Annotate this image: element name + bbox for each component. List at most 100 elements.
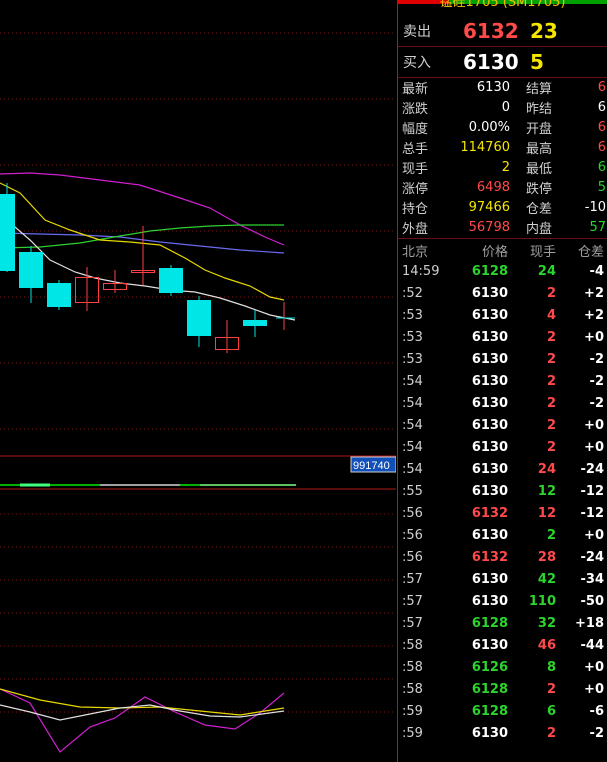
tick-oi-change: -24 — [580, 461, 605, 477]
tick-price: 6130 — [471, 461, 508, 477]
tick-time: :54 — [402, 439, 423, 455]
tick-list[interactable]: 14:59 6128 24 -4:52 6130 2 +2:53 6130 4 +2:53 6130… — [398, 260, 607, 744]
tick-row: :52 6130 2 +2 — [398, 282, 607, 304]
tick-time: :57 — [402, 571, 423, 587]
tick-header-volume: 现手 — [529, 244, 556, 260]
tick-oi-change: +0 — [584, 527, 604, 543]
volume-badge: 991740 — [353, 460, 390, 472]
tick-oi-change: -34 — [580, 571, 605, 587]
tick-price: 6130 — [471, 351, 508, 367]
ma-green-line — [0, 224, 284, 249]
quote-value: 5 — [597, 179, 606, 195]
tick-volume: 4 — [546, 307, 556, 323]
quote-value: 6 — [597, 139, 606, 155]
quote-label: 结算 — [526, 81, 553, 97]
tick-volume: 2 — [546, 351, 556, 367]
tick-time: :54 — [402, 395, 423, 411]
tick-time: :54 — [402, 373, 423, 389]
quote-label: 现手 — [402, 161, 429, 177]
tick-oi-change: -2 — [589, 725, 604, 741]
sell-row: 卖出 6132 23 — [398, 16, 607, 47]
quote-value: 57 — [589, 219, 606, 235]
tick-row: :59 6128 6 -6 — [398, 700, 607, 722]
buy-row: 买入 6130 5 — [398, 47, 607, 78]
tick-volume: 2 — [546, 329, 556, 345]
tick-header-price: 价格 — [481, 244, 508, 260]
tick-row: :54 6130 2 -2 — [398, 392, 607, 414]
tick-header-oi-change: 仓差 — [577, 244, 604, 260]
tick-row: :57 6128 32 +18 — [398, 612, 607, 634]
tick-row: :59 6130 2 -2 — [398, 722, 607, 744]
quote-label: 持仓 — [402, 201, 429, 217]
contract-title: 锰硅1705 (SM1705) — [398, 0, 607, 10]
tick-oi-change: -50 — [580, 593, 605, 609]
tick-time: :55 — [402, 483, 423, 499]
tick-oi-change: +18 — [575, 615, 604, 631]
tick-volume: 2 — [546, 439, 556, 455]
quote-grid: 最新 6130 结算 6 涨跌 0 昨结 6 幅度 0.00% 开盘 6 总手 114760 最高 6 现手 2 最… — [398, 77, 607, 237]
tick-volume: 2 — [546, 681, 556, 697]
tick-volume: 24 — [537, 461, 556, 477]
tick-volume: 2 — [546, 285, 556, 301]
quote-label: 总手 — [402, 141, 429, 157]
quote-row: 幅度 0.00% 开盘 6 — [398, 117, 607, 137]
quote-row: 外盘 56798 内盘 57 — [398, 217, 607, 237]
tick-row: :58 6130 46 -44 — [398, 634, 607, 656]
tick-price: 6130 — [471, 439, 508, 455]
osc-yellow-line — [0, 688, 285, 716]
tick-oi-change: +0 — [584, 329, 604, 345]
tick-oi-change: +0 — [584, 439, 604, 455]
tick-row: :57 6130 42 -34 — [398, 568, 607, 590]
tick-time: :59 — [402, 725, 423, 741]
contract-title-text: 锰硅1705 (SM1705) — [439, 0, 566, 10]
tick-time: :58 — [402, 659, 423, 675]
quote-value: 0 — [501, 99, 510, 115]
quote-panel: 锰硅1705 (SM1705) 卖出 6132 23 买入 6130 5 最新 6… — [397, 0, 607, 762]
tick-oi-change: +0 — [584, 417, 604, 433]
tick-time: :52 — [402, 285, 423, 301]
tick-time: :54 — [402, 461, 423, 477]
tick-volume: 24 — [537, 263, 556, 279]
quote-row: 最新 6130 结算 6 — [398, 77, 607, 97]
tick-price: 6130 — [471, 329, 508, 345]
tick-row: :55 6130 12 -12 — [398, 480, 607, 502]
sell-volume: 23 — [530, 19, 558, 43]
quote-value: 6 — [597, 99, 606, 115]
tick-price: 6132 — [471, 549, 508, 565]
tick-price: 6130 — [471, 527, 508, 543]
candlestick-chart[interactable]: 991740 — [0, 0, 396, 762]
tick-price: 6130 — [471, 307, 508, 323]
tick-time: :59 — [402, 703, 423, 719]
tick-price: 6130 — [471, 483, 508, 499]
tick-time: :53 — [402, 329, 423, 345]
tick-time: :56 — [402, 549, 423, 565]
quote-label: 开盘 — [526, 121, 553, 137]
tick-price: 6130 — [471, 285, 508, 301]
tick-price: 6130 — [471, 373, 508, 389]
tick-price: 6130 — [471, 593, 508, 609]
tick-row: :57 6130 110 -50 — [398, 590, 607, 612]
tick-volume: 12 — [537, 505, 556, 521]
tick-header: 北京 价格 现手 仓差 — [398, 240, 607, 260]
quote-row: 持仓 97466 仓差 -10 — [398, 197, 607, 217]
tick-oi-change: -2 — [589, 351, 604, 367]
tick-row: :58 6126 8 +0 — [398, 656, 607, 678]
tick-volume: 12 — [537, 483, 556, 499]
tick-price: 6128 — [471, 703, 508, 719]
tick-row: :56 6132 12 -12 — [398, 502, 607, 524]
tick-time: :56 — [402, 505, 423, 521]
tick-volume: 2 — [546, 725, 556, 741]
tick-volume: 42 — [537, 571, 556, 587]
buy-label: 买入 — [403, 55, 431, 71]
tick-volume: 28 — [537, 549, 556, 565]
tick-time: :54 — [402, 417, 423, 433]
quote-value: -10 — [584, 199, 606, 215]
tick-oi-change: -24 — [580, 549, 605, 565]
quote-value: 56798 — [468, 219, 510, 235]
quote-value: 6 — [597, 159, 606, 175]
tick-volume: 32 — [537, 615, 556, 631]
quote-value: 6130 — [476, 79, 510, 95]
tick-price: 6130 — [471, 725, 508, 741]
tick-row: :54 6130 24 -24 — [398, 458, 607, 480]
tick-oi-change: +0 — [584, 681, 604, 697]
